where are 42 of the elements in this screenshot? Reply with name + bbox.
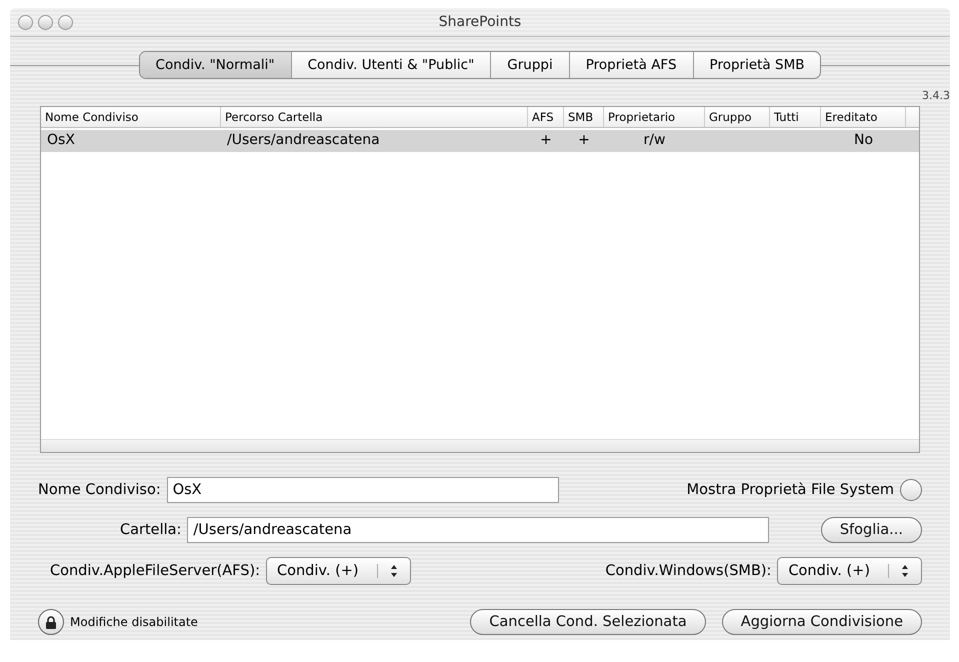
show-fs-checkbox[interactable] (900, 479, 922, 501)
version-label: 3.4.3 (922, 89, 950, 102)
table-cell-text: No (852, 131, 874, 150)
table-cell-text: + (577, 131, 591, 150)
column-header[interactable]: SMB (564, 107, 604, 127)
table-cell-text: /Users/andreascatena (226, 131, 381, 150)
horizontal-scrollbar[interactable] (41, 439, 919, 452)
action-button[interactable]: Aggiorna Condivisione (722, 609, 922, 635)
lock-label: Modifiche disabilitate (70, 615, 198, 629)
window-control-button[interactable] (38, 14, 53, 30)
tab[interactable]: Proprietà AFS (568, 52, 693, 78)
column-header[interactable]: AFS (528, 107, 564, 127)
table-cell-text: + (539, 131, 553, 150)
column-header[interactable]: Gruppo (705, 107, 770, 127)
action-button[interactable]: Cancella Cond. Selezionata (470, 609, 706, 635)
browse-button[interactable]: Sfoglia... (820, 517, 922, 543)
field-label: Condiv.Windows(SMB): (605, 563, 772, 579)
column-header[interactable]: Proprietario (604, 107, 705, 127)
table-row[interactable]: OsX /Users/andreascatena + + r/w No (41, 130, 919, 152)
tab[interactable]: Gruppi (490, 52, 569, 78)
field-label: Cartella: (120, 522, 182, 538)
column-header[interactable]: Nome Condiviso (41, 107, 221, 127)
lock-button[interactable] (38, 609, 64, 635)
tab[interactable]: Condiv. Utenti & "Public" (290, 52, 490, 78)
checkbox-label: Mostra Proprietà File System (686, 482, 894, 498)
padlock-icon (45, 616, 57, 628)
window-control-button[interactable] (18, 14, 33, 30)
field-label: Condiv.AppleFileServer(AFS): (50, 563, 260, 579)
field-label: Nome Condiviso: (38, 482, 161, 498)
folder-field[interactable]: /Users/andreascatena (187, 517, 770, 543)
share-name-field[interactable]: OsX (166, 477, 559, 503)
table-cell-text: OsX (46, 131, 76, 150)
tab[interactable]: Condiv. "Normali" (140, 52, 291, 78)
window-control-button[interactable] (58, 14, 73, 30)
window-title: SharePoints (438, 14, 522, 30)
column-header[interactable]: Ereditato (821, 107, 906, 127)
column-header[interactable]: Percorso Cartella (221, 107, 528, 127)
table-cell-text: r/w (642, 131, 666, 150)
smb-dropdown[interactable]: Condiv. (+) (777, 557, 922, 585)
afs-dropdown[interactable]: Condiv. (+) (266, 557, 411, 585)
tab[interactable]: Proprietà SMB (692, 52, 820, 78)
column-header[interactable]: Tutti (770, 107, 821, 127)
